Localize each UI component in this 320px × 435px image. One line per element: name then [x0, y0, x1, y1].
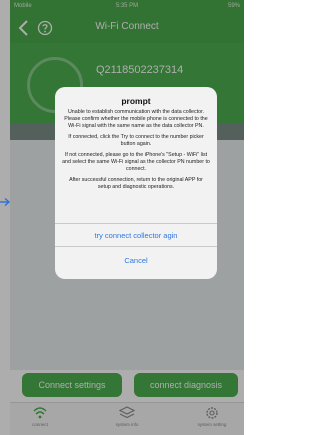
- arrow-right-icon: [0, 197, 11, 207]
- cancel-button[interactable]: Cancel: [55, 256, 217, 265]
- dialog-title: prompt: [121, 96, 151, 106]
- dialog-divider: [55, 246, 217, 247]
- dialog-divider: [55, 223, 217, 224]
- dialog-paragraph: If not connected, please go to the iPhon…: [62, 151, 210, 172]
- try-connect-button[interactable]: try connect collector agin: [55, 231, 217, 240]
- dialog-paragraph: After successful connection, return to t…: [69, 176, 203, 190]
- dialog-message: Unable to establish communication with t…: [62, 109, 210, 195]
- prompt-dialog: prompt Unable to establish communication…: [55, 87, 217, 279]
- dialog-paragraph: Unable to establish communication with t…: [64, 109, 208, 129]
- dialog-paragraph: If connected, click the Try to connect t…: [68, 133, 204, 147]
- screen: Mobile 5:35 PM 59% Wi-Fi Connect Q211850…: [0, 0, 244, 435]
